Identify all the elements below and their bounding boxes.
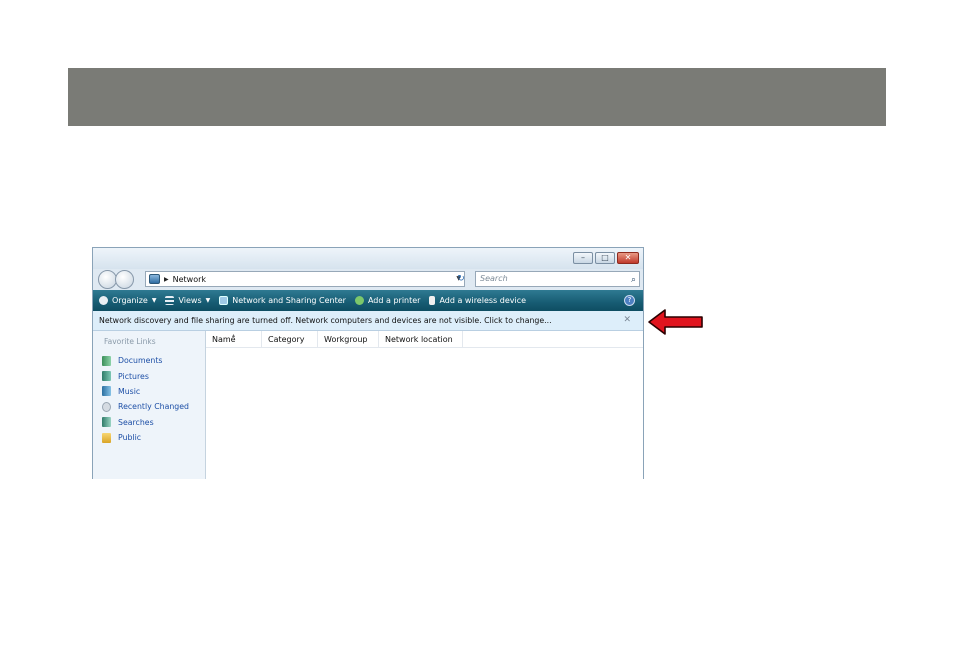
add-printer-label: Add a printer bbox=[367, 296, 421, 305]
window-body: Favorite Links Documents Pictures Music … bbox=[93, 331, 643, 479]
info-bar[interactable]: Network discovery and file sharing are t… bbox=[93, 311, 643, 331]
nav-item-label: Documents bbox=[118, 356, 163, 366]
breadcrumb-network[interactable]: Network bbox=[173, 275, 206, 284]
printer-icon bbox=[354, 296, 364, 305]
organize-icon bbox=[99, 296, 108, 305]
column-label: Category bbox=[268, 335, 305, 344]
column-header-network-location[interactable]: Network location bbox=[379, 331, 463, 347]
recently-changed-icon bbox=[102, 401, 111, 412]
search-placeholder: Search bbox=[480, 274, 508, 283]
header-banner bbox=[68, 68, 886, 126]
close-button[interactable]: ✕ bbox=[617, 252, 639, 264]
public-folder-icon bbox=[102, 432, 111, 443]
column-header-name[interactable]: ▴ Name bbox=[206, 331, 262, 347]
chevron-down-icon: ▼ bbox=[205, 297, 211, 304]
forward-button[interactable] bbox=[115, 270, 134, 289]
page: – □ ✕ ▶ Network ▼ ↻ Search ⌕ Organize ▼ … bbox=[0, 0, 954, 664]
pictures-icon bbox=[102, 371, 111, 382]
add-wireless-device-button[interactable]: Add a wireless device bbox=[429, 296, 526, 305]
chevron-down-icon: ▼ bbox=[151, 297, 157, 304]
network-sharing-center-button[interactable]: Network and Sharing Center bbox=[219, 296, 346, 305]
network-center-icon bbox=[219, 296, 229, 305]
add-wireless-device-label: Add a wireless device bbox=[439, 296, 527, 305]
nav-item-music[interactable]: Music bbox=[93, 384, 205, 399]
search-input[interactable]: Search ⌕ bbox=[475, 271, 640, 287]
network-icon bbox=[149, 274, 160, 284]
nav-item-label: Searches bbox=[118, 417, 154, 427]
info-bar-message[interactable]: Network discovery and file sharing are t… bbox=[99, 316, 552, 325]
nav-item-searches[interactable]: Searches bbox=[93, 415, 205, 430]
address-bar[interactable]: ▶ Network ▼ bbox=[145, 271, 465, 287]
refresh-icon[interactable]: ↻ bbox=[452, 271, 470, 287]
sort-ascending-icon: ▴ bbox=[232, 332, 236, 339]
nav-item-documents[interactable]: Documents bbox=[93, 353, 205, 368]
window-controls: – □ ✕ bbox=[573, 252, 639, 264]
column-label: Workgroup bbox=[324, 335, 368, 344]
address-row: ▶ Network ▼ ↻ Search ⌕ bbox=[93, 269, 643, 290]
search-icon[interactable]: ⌕ bbox=[631, 273, 636, 287]
title-bar: – □ ✕ bbox=[93, 248, 643, 269]
network-sharing-center-label: Network and Sharing Center bbox=[232, 296, 346, 305]
nav-item-label: Recently Changed bbox=[118, 402, 190, 412]
help-icon[interactable]: ? bbox=[624, 295, 635, 306]
command-toolbar: Organize ▼ Views ▼ Network and Sharing C… bbox=[93, 290, 643, 311]
nav-item-recently-changed[interactable]: Recently Changed bbox=[93, 399, 205, 414]
close-icon[interactable]: ✕ bbox=[623, 315, 631, 325]
navigation-pane: Favorite Links Documents Pictures Music … bbox=[93, 331, 206, 479]
favorite-links-title: Favorite Links bbox=[104, 337, 156, 346]
searches-icon bbox=[102, 417, 111, 428]
file-list[interactable]: ▴ Name Category Workgroup Network locati… bbox=[206, 331, 643, 479]
red-pointer-arrow-icon bbox=[648, 309, 703, 335]
views-icon bbox=[165, 296, 175, 305]
organize-button[interactable]: Organize ▼ bbox=[99, 296, 156, 305]
nav-item-public[interactable]: Public bbox=[93, 430, 205, 445]
add-printer-button[interactable]: Add a printer bbox=[354, 296, 421, 305]
minimize-button[interactable]: – bbox=[573, 252, 593, 264]
column-header-workgroup[interactable]: Workgroup bbox=[318, 331, 379, 347]
organize-label: Organize bbox=[112, 296, 148, 305]
music-icon bbox=[102, 386, 111, 397]
views-button[interactable]: Views ▼ bbox=[165, 296, 210, 305]
column-header-category[interactable]: Category bbox=[262, 331, 318, 347]
maximize-button[interactable]: □ bbox=[595, 252, 615, 264]
nav-item-label: Public bbox=[118, 433, 142, 443]
explorer-window: – □ ✕ ▶ Network ▼ ↻ Search ⌕ Organize ▼ … bbox=[92, 247, 644, 479]
nav-item-pictures[interactable]: Pictures bbox=[93, 368, 205, 383]
wireless-device-icon bbox=[429, 296, 436, 305]
column-label: Network location bbox=[385, 335, 453, 344]
breadcrumb-arrow-icon[interactable]: ▶ bbox=[164, 276, 169, 283]
column-headers: ▴ Name Category Workgroup Network locati… bbox=[206, 331, 643, 348]
nav-item-label: Pictures bbox=[118, 371, 149, 381]
documents-icon bbox=[102, 355, 111, 366]
nav-item-label: Music bbox=[118, 386, 141, 396]
views-label: Views bbox=[178, 296, 202, 305]
